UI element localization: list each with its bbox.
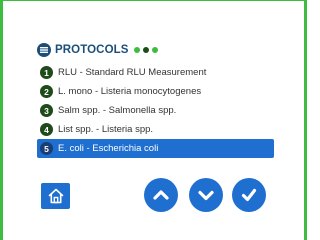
list-icon [37, 42, 51, 57]
protocol-item-2[interactable]: 2 L. mono - Listeria monocytogenes [37, 82, 274, 101]
protocol-label: E. coli - Escherichia coli [58, 143, 159, 154]
page-dot [133, 46, 140, 53]
checkmark-icon [241, 188, 257, 202]
chevron-down-icon [198, 190, 214, 201]
device-screen: PROTOCOLS 1 RLU - Standard RLU Measureme… [0, 0, 307, 240]
protocol-item-1[interactable]: 1 RLU - Standard RLU Measurement [37, 63, 274, 82]
protocol-number: 3 [40, 104, 53, 117]
protocol-label: List spp. - Listeria spp. [58, 124, 154, 135]
page-indicator [133, 46, 161, 53]
protocols-header: PROTOCOLS [37, 42, 161, 57]
scroll-up-button[interactable] [144, 178, 178, 212]
home-button[interactable] [41, 183, 70, 209]
protocol-list: 1 RLU - Standard RLU Measurement 2 L. mo… [37, 63, 274, 158]
protocol-label: Salm spp. - Salmonella spp. [58, 105, 177, 116]
protocol-label: RLU - Standard RLU Measurement [58, 67, 207, 78]
page-dot-active [142, 46, 149, 53]
scroll-down-button[interactable] [189, 178, 223, 212]
protocol-number: 4 [40, 123, 53, 136]
protocol-item-3[interactable]: 3 Salm spp. - Salmonella spp. [37, 101, 274, 120]
protocol-number: 2 [40, 85, 53, 98]
protocol-item-5-selected[interactable]: 5 E. coli - Escherichia coli [37, 139, 274, 158]
chevron-up-icon [153, 190, 169, 200]
protocol-item-4[interactable]: 4 List spp. - Listeria spp. [37, 120, 274, 139]
protocol-label: L. mono - Listeria monocytogenes [58, 86, 202, 97]
protocol-number: 5 [40, 142, 53, 155]
confirm-button[interactable] [232, 178, 266, 212]
page-title: PROTOCOLS [55, 43, 129, 56]
page-dot [151, 46, 158, 53]
home-icon [48, 188, 63, 204]
protocol-number: 1 [40, 66, 53, 79]
